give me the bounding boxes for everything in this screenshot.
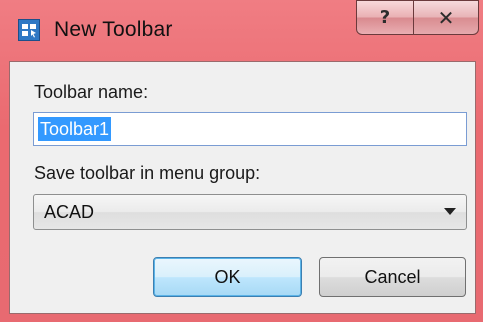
toolbar-name-value: Toolbar1 bbox=[38, 117, 112, 141]
help-icon: ? bbox=[379, 7, 391, 28]
close-icon: ✕ bbox=[437, 5, 455, 30]
menu-group-value: ACAD bbox=[44, 202, 95, 222]
dialog-body: Toolbar name: Toolbar1 Save toolbar in m… bbox=[9, 61, 476, 314]
help-button[interactable]: ? bbox=[356, 0, 414, 35]
toolbar-name-label: Toolbar name: bbox=[34, 82, 149, 102]
caption-buttons: ? ✕ bbox=[356, 0, 479, 36]
toolbar-app-icon bbox=[18, 19, 40, 41]
menu-group-label: Save toolbar in menu group: bbox=[34, 163, 261, 183]
title-bar[interactable]: New Toolbar ? ✕ bbox=[0, 0, 483, 61]
ok-button[interactable]: OK bbox=[153, 257, 302, 297]
new-toolbar-dialog: New Toolbar ? ✕ Toolbar name: Toolbar1 S… bbox=[0, 0, 483, 322]
toolbar-name-input[interactable]: Toolbar1 bbox=[33, 112, 467, 146]
cancel-button[interactable]: Cancel bbox=[319, 257, 466, 297]
menu-group-select[interactable]: ACAD bbox=[33, 194, 467, 230]
window-title: New Toolbar bbox=[54, 18, 173, 41]
chevron-down-icon[interactable] bbox=[444, 208, 456, 215]
close-button[interactable]: ✕ bbox=[413, 0, 479, 35]
